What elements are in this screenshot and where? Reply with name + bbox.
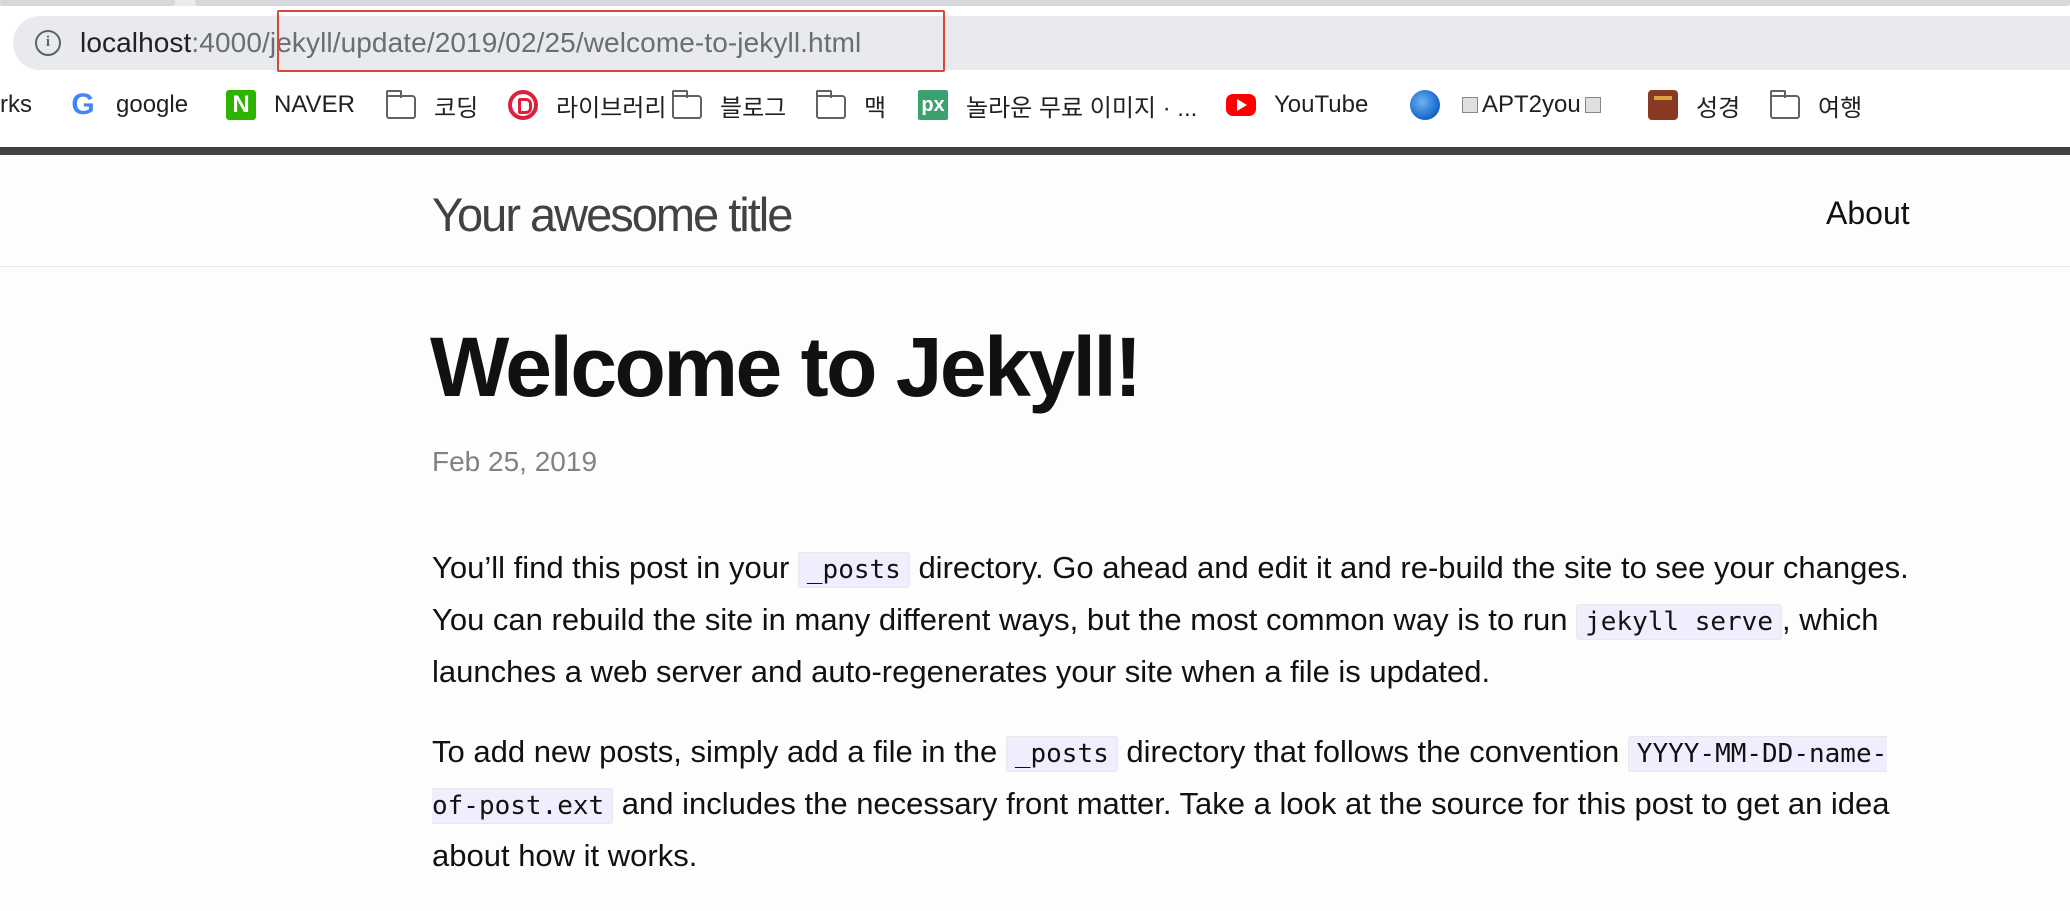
bookmark-folder-travel[interactable]: 여행 bbox=[1769, 82, 1863, 128]
tab[interactable] bbox=[195, 0, 2070, 6]
bookmark-bible[interactable]: 성경 bbox=[1648, 82, 1740, 128]
info-icon[interactable]: i bbox=[35, 30, 61, 56]
nav-about-link[interactable]: About bbox=[1826, 193, 1910, 233]
bookmark-free-images[interactable]: px 놀라운 무료 이미지 · ... bbox=[918, 82, 1197, 128]
folder-icon bbox=[815, 90, 846, 119]
globe-icon bbox=[1410, 90, 1440, 120]
bookmark-naver[interactable]: N NAVER bbox=[226, 82, 355, 128]
bookmark-label: 코딩 bbox=[434, 94, 479, 122]
post-date: Feb 25, 2019 bbox=[432, 446, 598, 477]
bookmark-folder-blog[interactable]: 블로그 bbox=[671, 82, 787, 128]
bookmark-label: 놀라운 무료 이미지 · ... bbox=[966, 94, 1198, 122]
youtube-icon bbox=[1226, 94, 1256, 116]
url-port: :4000 bbox=[191, 27, 262, 58]
tab[interactable] bbox=[0, 0, 175, 6]
missing-glyph-icon bbox=[1462, 97, 1478, 113]
folder-icon bbox=[1769, 90, 1800, 119]
bookmark-library[interactable]: 라이브러리 bbox=[508, 82, 666, 128]
inline-code: _posts bbox=[1005, 736, 1118, 772]
url-host: localhost bbox=[80, 27, 192, 58]
bookmark-item[interactable]: rks bbox=[0, 82, 32, 128]
paragraph-text: directory that follows the convention bbox=[1117, 734, 1628, 769]
library-icon bbox=[508, 90, 538, 120]
bookmark-folder-mac[interactable]: 맥 bbox=[815, 82, 887, 128]
site-title[interactable]: Your awesome title bbox=[432, 183, 793, 247]
bookmark-label: YouTube bbox=[1274, 91, 1369, 118]
bible-icon bbox=[1648, 90, 1678, 120]
paragraph-text: You’ll find this post in your bbox=[432, 550, 798, 585]
bookmarks-bar: rks G google N NAVER 코딩 라이브러리 블로그 맥 px 놀… bbox=[0, 82, 2070, 128]
bookmark-label: 맥 bbox=[864, 94, 887, 122]
bookmark-label: NAVER bbox=[274, 91, 355, 118]
folder-icon bbox=[671, 90, 702, 119]
inline-code: _posts bbox=[797, 552, 910, 588]
folder-icon bbox=[385, 90, 416, 119]
url-path-highlight-box bbox=[277, 10, 945, 72]
bookmark-youtube[interactable]: YouTube bbox=[1226, 82, 1368, 128]
bookmark-label: 여행 bbox=[1818, 94, 1863, 122]
missing-glyph-icon bbox=[1584, 97, 1601, 113]
px-icon: px bbox=[918, 90, 948, 120]
post-paragraph: To add new posts, simply add a file in t… bbox=[432, 727, 1912, 881]
bookmark-label: 성경 bbox=[1696, 94, 1741, 122]
browser-chrome: i localhost:4000/jekyll/update/2019/02/2… bbox=[0, 0, 2070, 147]
bookmark-label: APT2you bbox=[1482, 91, 1581, 118]
bookmark-label: google bbox=[116, 91, 189, 118]
bookmark-label: 라이브러리 bbox=[556, 94, 667, 122]
bookmark-folder-coding[interactable]: 코딩 bbox=[385, 82, 479, 128]
page-viewport: Your awesome title About Welcome to Jeky… bbox=[0, 147, 2070, 898]
bookmark-label: 블로그 bbox=[720, 94, 787, 122]
post-title: Welcome to Jekyll! bbox=[430, 320, 1142, 414]
post-paragraph: You’ll find this post in your _posts dir… bbox=[432, 543, 1912, 697]
naver-icon: N bbox=[226, 90, 256, 120]
inline-code: jekyll serve bbox=[1576, 604, 1782, 640]
paragraph-text: and includes the necessary front matter.… bbox=[432, 786, 1890, 873]
site-header: Your awesome title About bbox=[0, 147, 2070, 267]
bookmark-label: rks bbox=[0, 91, 32, 118]
paragraph-text: To add new posts, simply add a file in t… bbox=[432, 734, 1006, 769]
post-content: You’ll find this post in your _posts dir… bbox=[432, 543, 1912, 911]
google-icon: G bbox=[71, 88, 95, 121]
bookmark-apt2you[interactable]: APT2you bbox=[1410, 82, 1605, 128]
bookmark-google[interactable]: G google bbox=[68, 82, 188, 128]
